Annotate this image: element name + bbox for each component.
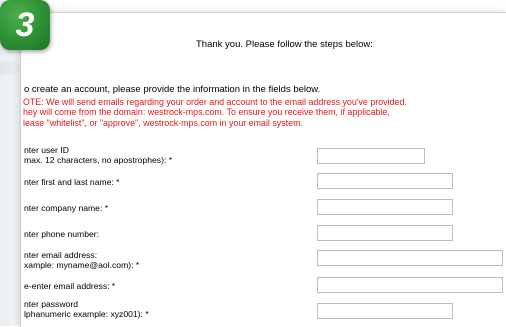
email-label-line: nter email address: <box>24 250 98 260</box>
user-id-label-line: nter user ID <box>24 145 69 155</box>
intro-text: o create an account, please provide the … <box>24 84 321 95</box>
email-notice-line: hey will come from the domain: westrock-… <box>23 107 390 118</box>
company-name-input[interactable] <box>317 199 453 215</box>
user-id-label-line: max. 12 characters, no apostrophes): * <box>24 155 173 165</box>
password-input[interactable] <box>317 303 453 319</box>
email-notice-line: OTE: We will send emails regarding your … <box>23 97 407 107</box>
full-name-input[interactable] <box>317 173 453 189</box>
step-badge: 3 <box>0 0 50 50</box>
email-label-line: xample: myname@aol.com): * <box>24 260 140 270</box>
reenter-email-label: e-enter email address: * <box>24 281 116 291</box>
password-label: nter password lphanumeric example: xyz00… <box>24 299 149 319</box>
thank-you-heading: Thank you. Please follow the steps below… <box>196 39 373 50</box>
company-label: nter company name: * <box>24 203 109 213</box>
email-notice: OTE: We will send emails regarding your … <box>23 97 503 128</box>
email-notice-line: lease "whitelist", or "approve", westroc… <box>23 117 303 128</box>
phone-label: nter phone number: <box>24 229 100 239</box>
email-input[interactable] <box>317 250 503 266</box>
reenter-email-input[interactable] <box>317 277 503 293</box>
email-label: nter email address: xample: myname@aol.c… <box>24 250 139 270</box>
password-label-line: lphanumeric example: xyz001): * <box>24 309 149 319</box>
user-id-label: nter user ID max. 12 characters, no apos… <box>24 145 172 165</box>
password-label-line: nter password <box>24 299 78 309</box>
name-label: nter first and last name: * <box>24 177 120 187</box>
user-id-input[interactable] <box>317 148 425 164</box>
step-number: 3 <box>15 6 35 44</box>
phone-number-input[interactable] <box>317 225 453 241</box>
